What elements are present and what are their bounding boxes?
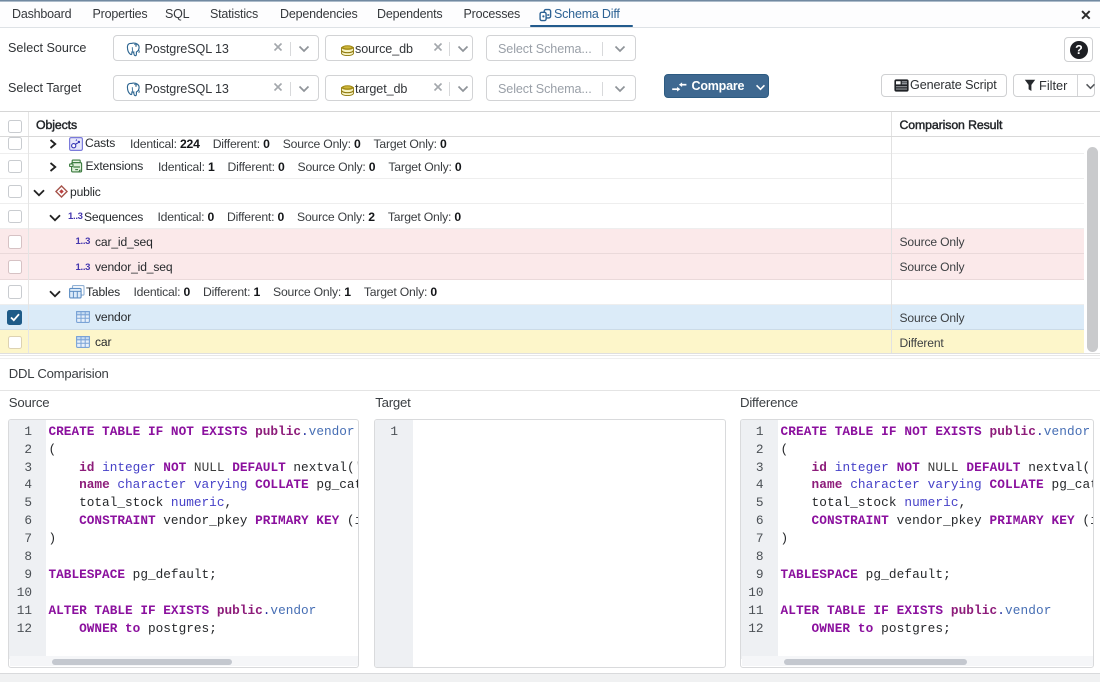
svg-text:?: ? xyxy=(1075,43,1083,57)
